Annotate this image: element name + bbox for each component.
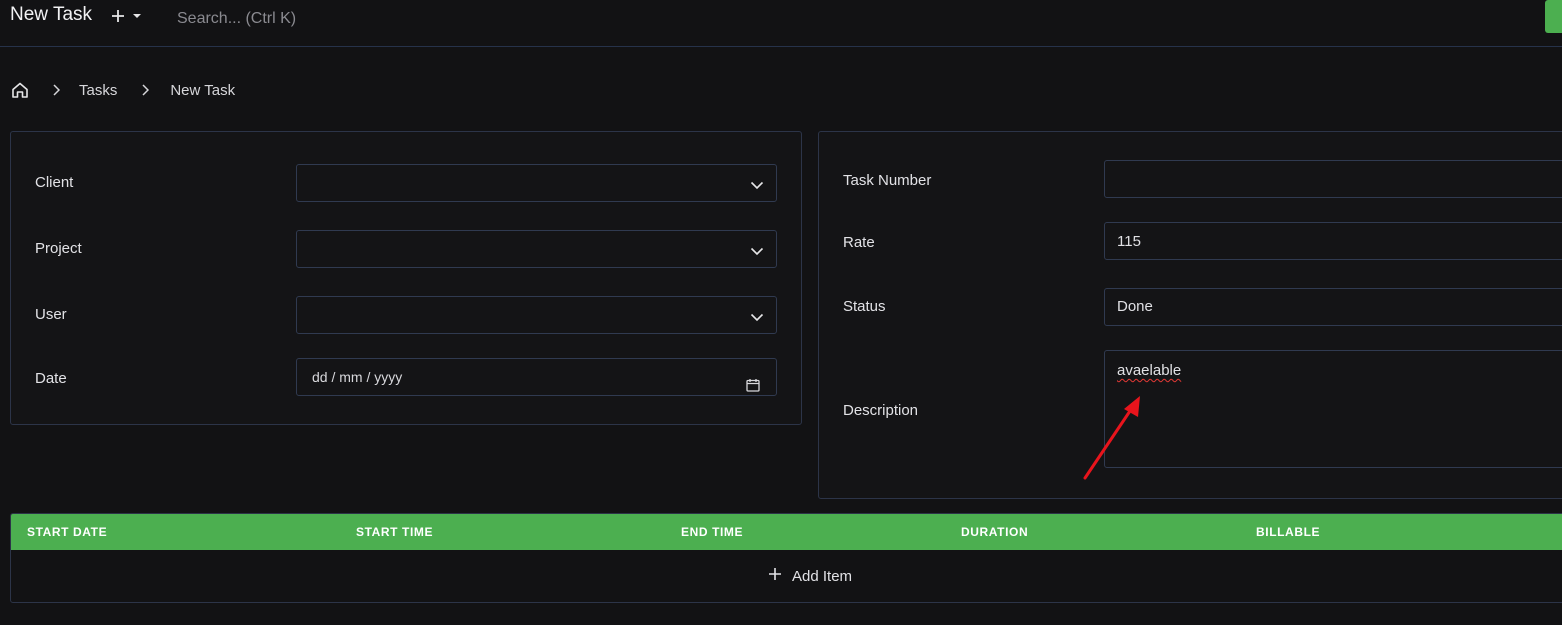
- calendar-icon[interactable]: [746, 369, 760, 405]
- breadcrumb-tasks[interactable]: Tasks: [79, 82, 117, 99]
- create-new-menu[interactable]: [110, 6, 146, 26]
- table-header: START DATE START TIME END TIME DURATION …: [11, 514, 1562, 550]
- status-label: Status: [843, 298, 886, 315]
- task-number-input[interactable]: [1104, 160, 1562, 198]
- breadcrumb-new-task: New Task: [170, 81, 236, 99]
- add-item-button[interactable]: Add Item: [768, 565, 852, 587]
- save-button[interactable]: [1545, 0, 1562, 33]
- user-select[interactable]: [296, 296, 777, 334]
- header-start-date: START DATE: [27, 525, 108, 539]
- chevron-down-icon: [750, 243, 764, 261]
- top-bar: New Task: [0, 0, 1562, 47]
- date-input[interactable]: dd / mm / yyyy: [296, 358, 777, 396]
- plus-icon: [110, 8, 126, 24]
- description-textarea[interactable]: avaelable: [1104, 350, 1562, 468]
- header-duration: DURATION: [961, 525, 1029, 539]
- chevron-down-icon: [750, 177, 764, 195]
- search-input[interactable]: [166, 2, 586, 36]
- status-value: Done: [1117, 298, 1153, 315]
- plus-icon: [768, 567, 782, 585]
- page-title: New Task: [10, 4, 93, 25]
- client-label: Client: [35, 174, 74, 191]
- task-details-card: Client Project User Date dd / mm / yyyy: [10, 131, 802, 425]
- rate-label: Rate: [843, 234, 875, 251]
- chevron-right-icon: [139, 84, 151, 96]
- task-info-card: Task Number Rate Status Done Description…: [818, 131, 1562, 499]
- description-label: Description: [843, 402, 919, 419]
- chevron-right-icon: [50, 84, 62, 96]
- caret-down-icon: [132, 12, 142, 20]
- date-label: Date: [35, 370, 67, 387]
- time-entries-table: START DATE START TIME END TIME DURATION …: [10, 513, 1562, 603]
- user-label: User: [35, 306, 67, 323]
- chevron-down-icon: [750, 309, 764, 327]
- task-number-label: Task Number: [843, 172, 932, 189]
- header-end-time: END TIME: [681, 525, 744, 539]
- status-select[interactable]: Done: [1104, 288, 1562, 326]
- add-item-label: Add Item: [792, 567, 853, 585]
- header-billable: BILLABLE: [1256, 525, 1321, 539]
- client-select[interactable]: [296, 164, 777, 202]
- rate-input[interactable]: [1104, 222, 1562, 260]
- project-label: Project: [35, 240, 82, 257]
- header-start-time: START TIME: [356, 525, 434, 539]
- breadcrumb: Tasks New Task: [10, 79, 235, 101]
- project-select[interactable]: [296, 230, 777, 268]
- page: New Task Tasks New Task Client: [0, 0, 1562, 625]
- home-icon[interactable]: [10, 80, 30, 100]
- description-value: avaelable: [1117, 362, 1182, 379]
- date-placeholder: dd / mm / yyyy: [312, 369, 403, 385]
